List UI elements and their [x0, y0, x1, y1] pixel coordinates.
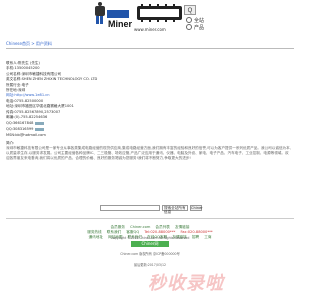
footer-link[interactable]: 服务热线 [87, 230, 101, 234]
footer-link[interactable]: 会员列表 [156, 225, 170, 229]
chip-pin [149, 20, 151, 22]
footer-divider [6, 218, 294, 219]
updated-text: 最后更新:2017/03/12 [133, 263, 167, 267]
footer-text: Tel:020-88000*** [144, 230, 176, 234]
footer-text: Fax:020-88000*** [180, 230, 213, 234]
footer-link[interactable]: 客服QQ [126, 230, 139, 234]
footer-link[interactable]: 会员服务 [111, 225, 125, 229]
footer-link[interactable]: 联系我们 [107, 230, 121, 234]
chip-pin [173, 20, 175, 22]
footer-copyright: Copyright ©2016 Chiner.com All Rights Re… [0, 236, 300, 240]
radio-all-site-label: 全站 [194, 18, 205, 24]
breadcrumb: Chinese首页 > 用户资料 [6, 41, 294, 49]
search-scope-select[interactable]: 搜索全站所有信息 [162, 205, 188, 214]
chip-pin [141, 4, 143, 6]
footer-link[interactable]: Chiner.com [130, 225, 150, 229]
msn-address[interactable]: MSN:bb@hotmail.com [6, 133, 46, 137]
chip-pin [173, 4, 175, 6]
qq-chat-button[interactable] [35, 121, 45, 125]
chip-pin [157, 20, 159, 22]
logo-text: Miner [108, 19, 133, 29]
qq-chat-button[interactable] [35, 127, 45, 131]
breadcrumb-text[interactable]: Chinese首页 > 用户资料 [6, 41, 52, 46]
company-info: 联系人:陈先生 (先生) 手机:13500045200 公司名称:深圳市敏捷科技… [6, 61, 97, 120]
chip-pin [165, 4, 167, 6]
bottom-search-input[interactable] [100, 205, 160, 211]
msn-line: MSN:bb@hotmail.com [6, 132, 46, 138]
radio-products[interactable] [186, 24, 192, 30]
search-button[interactable]: Q [184, 5, 196, 15]
qq-number: QQ:366167848 [6, 121, 34, 125]
bottom-search-button[interactable]: Chiner [190, 205, 203, 211]
search-input-frame [137, 4, 182, 22]
qq-number: QQ:308316599 [6, 127, 34, 131]
chip-pin [165, 20, 167, 22]
qq-contacts: QQ:366167848 QQ:308316599 MSN:bb@hotmail… [6, 120, 46, 138]
radio-products-label: 产品 [194, 25, 205, 31]
site-header: Miner www.miner.com Q 全站 产品 [0, 0, 300, 34]
chip-pin [157, 4, 159, 6]
license-text: Chiner.com 版权所有 京ICP备000000号 [120, 252, 180, 256]
chip-pin [149, 4, 151, 6]
about-text: 深圳市敏捷科技有限公司是一家专业从事各类集成电路经营的现货供应商,集成电路经营方… [6, 146, 291, 161]
info-line: 英文名称:SHEN ZHEN ZHIXIN TECHNOLOGY CO. LTD [6, 77, 98, 82]
radio-all-site[interactable] [186, 17, 192, 23]
site-url[interactable]: www.miner.com [134, 27, 166, 32]
watermark: 秒收录啦 [148, 273, 224, 294]
copyright-text: Copyright ©2016 Chiner.com All Rights Re… [110, 236, 190, 240]
miner-logo[interactable]: Miner [93, 2, 133, 32]
footer-updated: 最后更新:2017/03/12 [0, 262, 300, 267]
search-input[interactable] [140, 9, 179, 17]
footer-link[interactable]: 友情链接 [175, 225, 189, 229]
chip-pin [141, 20, 143, 22]
footer-license: Chiner.com 版权所有 京ICP备000000号 [0, 251, 300, 256]
footer-badge[interactable]: Chiner网 [131, 241, 169, 247]
